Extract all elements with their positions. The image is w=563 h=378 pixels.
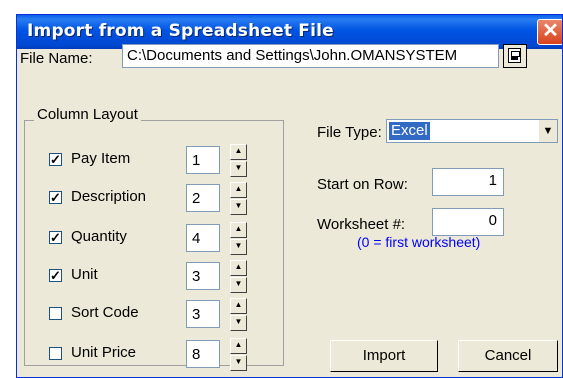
column-checkbox[interactable] <box>49 307 62 320</box>
window-title: Import from a Spreadsheet File <box>27 21 334 41</box>
column-label: Unit <box>71 266 98 283</box>
column-spinner[interactable]: ▲ ▼ <box>230 144 247 178</box>
column-layout-title: Column Layout <box>34 106 141 123</box>
spin-up-icon[interactable]: ▲ <box>230 222 247 238</box>
close-button[interactable]: ✕ <box>537 19 562 45</box>
spin-up-icon[interactable]: ▲ <box>230 298 247 314</box>
chevron-down-icon[interactable]: ▼ <box>538 120 557 142</box>
column-checkbox[interactable] <box>49 347 62 360</box>
spin-up-icon[interactable]: ▲ <box>230 182 247 198</box>
spin-down-icon[interactable]: ▼ <box>230 199 247 215</box>
spin-up-icon[interactable]: ▲ <box>230 338 247 354</box>
browse-button[interactable] <box>503 44 527 68</box>
column-row: ✓ Quantity 4 ▲ ▼ <box>49 222 289 256</box>
column-label: Quantity <box>71 228 127 245</box>
file-name-label: File Name: <box>20 50 93 67</box>
column-number-input[interactable]: 4 <box>186 224 220 252</box>
column-number-input[interactable]: 8 <box>186 340 220 368</box>
spin-up-icon[interactable]: ▲ <box>230 260 247 276</box>
column-row: Unit Price 8 ▲ ▼ <box>49 338 289 372</box>
column-spinner[interactable]: ▲ ▼ <box>230 260 247 294</box>
file-type-value: Excel <box>389 122 430 140</box>
spin-down-icon[interactable]: ▼ <box>230 239 247 255</box>
file-name-input[interactable]: C:\Documents and Settings\John.OMANSYSTE… <box>122 44 499 68</box>
spin-down-icon[interactable]: ▼ <box>230 315 247 331</box>
cancel-button[interactable]: Cancel <box>458 340 558 372</box>
column-spinner[interactable]: ▲ ▼ <box>230 182 247 216</box>
column-row: ✓ Description 2 ▲ ▼ <box>49 182 289 216</box>
column-checkbox[interactable]: ✓ <box>49 231 62 244</box>
column-checkbox[interactable]: ✓ <box>49 153 62 166</box>
column-number-input[interactable]: 1 <box>186 146 220 174</box>
floppy-icon <box>508 48 521 63</box>
column-row: Sort Code 3 ▲ ▼ <box>49 298 289 332</box>
column-number-input[interactable]: 3 <box>186 262 220 290</box>
column-checkbox[interactable]: ✓ <box>49 191 62 204</box>
column-number-input[interactable]: 3 <box>186 300 220 328</box>
column-row: ✓ Pay Item 1 ▲ ▼ <box>49 144 289 178</box>
column-number-input[interactable]: 2 <box>186 184 220 212</box>
column-spinner[interactable]: ▲ ▼ <box>230 222 247 256</box>
column-spinner[interactable]: ▲ ▼ <box>230 338 247 372</box>
spin-up-icon[interactable]: ▲ <box>230 144 247 160</box>
column-label: Pay Item <box>71 150 131 167</box>
worksheet-label: Worksheet #: <box>317 216 406 233</box>
spin-down-icon[interactable]: ▼ <box>230 161 247 177</box>
spin-down-icon[interactable]: ▼ <box>230 277 247 293</box>
file-type-label: File Type: <box>317 124 382 141</box>
column-label: Description <box>71 188 147 205</box>
start-row-input[interactable]: 1 <box>432 168 504 196</box>
file-type-select[interactable]: Excel ▼ <box>386 119 558 143</box>
column-row: ✓ Unit 3 ▲ ▼ <box>49 260 289 294</box>
column-label: Unit Price <box>71 344 137 361</box>
column-spinner[interactable]: ▲ ▼ <box>230 298 247 332</box>
start-row-label: Start on Row: <box>317 176 408 193</box>
column-checkbox[interactable]: ✓ <box>49 269 62 282</box>
spin-down-icon[interactable]: ▼ <box>230 355 247 371</box>
import-button[interactable]: Import <box>330 340 438 372</box>
worksheet-input[interactable]: 0 <box>432 208 504 236</box>
worksheet-hint: (0 = first worksheet) <box>357 234 481 250</box>
column-label: Sort Code <box>71 304 139 321</box>
